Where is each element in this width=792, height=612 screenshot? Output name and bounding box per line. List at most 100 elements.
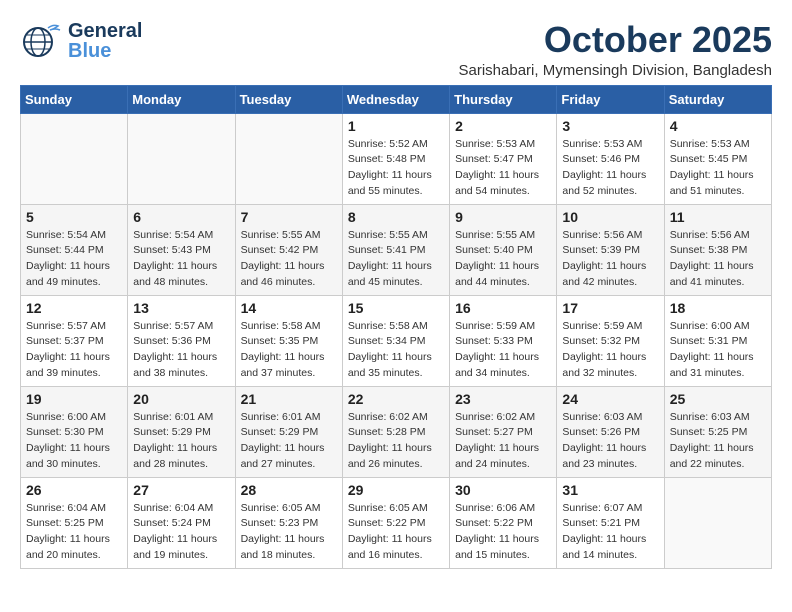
day-number: 13 [133, 300, 229, 316]
day-info: Sunrise: 6:04 AM Sunset: 5:25 PM Dayligh… [26, 501, 122, 564]
calendar-cell: 31Sunrise: 6:07 AM Sunset: 5:21 PM Dayli… [557, 477, 664, 568]
day-number: 6 [133, 209, 229, 225]
weekday-header-thursday: Thursday [450, 85, 557, 113]
day-info: Sunrise: 5:59 AM Sunset: 5:32 PM Dayligh… [562, 319, 658, 382]
day-number: 22 [348, 391, 444, 407]
calendar-cell: 11 Sunrise: 5:56 AM Sunset: 5:38 PM Dayli… [664, 204, 771, 295]
calendar-cell: 6 Sunrise: 5:54 AM Sunset: 5:43 PM Daylig… [128, 204, 235, 295]
day-number: 8 [348, 209, 444, 225]
day-number: 7 [241, 209, 337, 225]
day-number: 20 [133, 391, 229, 407]
day-info: Sunrise: 6:06 AM Sunset: 5:22 PM Dayligh… [455, 501, 551, 564]
day-number: 2 [455, 118, 551, 134]
day-number: 26 [26, 482, 122, 498]
day-info: Sunrise: 5:54 AM Sunset: 5:43 PM Dayligh… [133, 228, 229, 291]
day-info: Sunrise: 6:03 AM Sunset: 5:25 PM Dayligh… [670, 410, 766, 473]
calendar-cell [664, 477, 771, 568]
logo-blue: Blue [68, 40, 142, 62]
calendar-cell: 3 Sunrise: 5:53 AM Sunset: 5:46 PM Daylig… [557, 113, 664, 204]
day-info: Sunrise: 5:53 AM Sunset: 5:47 PM Dayligh… [455, 137, 551, 200]
day-info: Sunrise: 6:05 AM Sunset: 5:23 PM Dayligh… [241, 501, 337, 564]
weekday-header-saturday: Saturday [664, 85, 771, 113]
day-info: Sunrise: 5:59 AM Sunset: 5:33 PM Dayligh… [455, 319, 551, 382]
day-number: 5 [26, 209, 122, 225]
calendar-cell [128, 113, 235, 204]
calendar-cell: 25 Sunrise: 6:03 AM Sunset: 5:25 PM Dayli… [664, 386, 771, 477]
calendar-cell: 21 Sunrise: 6:01 AM Sunset: 5:29 PM Dayli… [235, 386, 342, 477]
day-info: Sunrise: 5:57 AM Sunset: 5:36 PM Dayligh… [133, 319, 229, 382]
calendar-cell: 24Sunrise: 6:03 AM Sunset: 5:26 PM Dayli… [557, 386, 664, 477]
day-info: Sunrise: 5:54 AM Sunset: 5:44 PM Dayligh… [26, 228, 122, 291]
day-info: Sunrise: 6:00 AM Sunset: 5:31 PM Dayligh… [670, 319, 766, 382]
calendar-table: SundayMondayTuesdayWednesdayThursdayFrid… [20, 85, 772, 569]
calendar-cell: 16 Sunrise: 5:59 AM Sunset: 5:33 PM Dayli… [450, 295, 557, 386]
day-number: 4 [670, 118, 766, 134]
day-info: Sunrise: 6:03 AM Sunset: 5:26 PM Dayligh… [562, 410, 658, 473]
day-number: 12 [26, 300, 122, 316]
calendar-cell: 29 Sunrise: 6:05 AM Sunset: 5:22 PM Dayli… [342, 477, 449, 568]
calendar-cell: 1 Sunrise: 5:52 AM Sunset: 5:48 PM Daylig… [342, 113, 449, 204]
calendar-cell: 27 Sunrise: 6:04 AM Sunset: 5:24 PM Dayli… [128, 477, 235, 568]
day-number: 15 [348, 300, 444, 316]
weekday-header-friday: Friday [557, 85, 664, 113]
calendar-week-row: 5 Sunrise: 5:54 AM Sunset: 5:44 PM Daylig… [21, 204, 772, 295]
day-number: 30 [455, 482, 551, 498]
day-info: Sunrise: 5:53 AM Sunset: 5:46 PM Dayligh… [562, 137, 658, 200]
weekday-header-monday: Monday [128, 85, 235, 113]
day-info: Sunrise: 6:02 AM Sunset: 5:27 PM Dayligh… [455, 410, 551, 473]
calendar-cell: 28 Sunrise: 6:05 AM Sunset: 5:23 PM Dayli… [235, 477, 342, 568]
day-info: Sunrise: 5:52 AM Sunset: 5:48 PM Dayligh… [348, 137, 444, 200]
day-number: 1 [348, 118, 444, 134]
calendar-week-row: 12 Sunrise: 5:57 AM Sunset: 5:37 PM Dayli… [21, 295, 772, 386]
day-info: Sunrise: 5:55 AM Sunset: 5:40 PM Dayligh… [455, 228, 551, 291]
calendar-cell: 14 Sunrise: 5:58 AM Sunset: 5:35 PM Dayli… [235, 295, 342, 386]
calendar-cell: 22 Sunrise: 6:02 AM Sunset: 5:28 PM Dayli… [342, 386, 449, 477]
day-info: Sunrise: 6:01 AM Sunset: 5:29 PM Dayligh… [241, 410, 337, 473]
calendar-cell: 7Sunrise: 5:55 AM Sunset: 5:42 PM Daylig… [235, 204, 342, 295]
day-info: Sunrise: 6:04 AM Sunset: 5:24 PM Dayligh… [133, 501, 229, 564]
logo-general: General [68, 20, 142, 42]
calendar-cell: 12 Sunrise: 5:57 AM Sunset: 5:37 PM Dayli… [21, 295, 128, 386]
day-info: Sunrise: 6:01 AM Sunset: 5:29 PM Dayligh… [133, 410, 229, 473]
day-number: 25 [670, 391, 766, 407]
day-number: 23 [455, 391, 551, 407]
day-number: 21 [241, 391, 337, 407]
calendar-cell: 23 Sunrise: 6:02 AM Sunset: 5:27 PM Dayli… [450, 386, 557, 477]
calendar-cell: 15 Sunrise: 5:58 AM Sunset: 5:34 PM Dayli… [342, 295, 449, 386]
day-number: 28 [241, 482, 337, 498]
day-info: Sunrise: 6:02 AM Sunset: 5:28 PM Dayligh… [348, 410, 444, 473]
calendar-cell: 2 Sunrise: 5:53 AM Sunset: 5:47 PM Daylig… [450, 113, 557, 204]
day-info: Sunrise: 6:00 AM Sunset: 5:30 PM Dayligh… [26, 410, 122, 473]
calendar-cell: 5 Sunrise: 5:54 AM Sunset: 5:44 PM Daylig… [21, 204, 128, 295]
day-number: 18 [670, 300, 766, 316]
day-info: Sunrise: 5:58 AM Sunset: 5:34 PM Dayligh… [348, 319, 444, 382]
day-number: 11 [670, 209, 766, 225]
day-number: 14 [241, 300, 337, 316]
day-number: 27 [133, 482, 229, 498]
calendar-cell: 19 Sunrise: 6:00 AM Sunset: 5:30 PM Dayli… [21, 386, 128, 477]
calendar-week-row: 26 Sunrise: 6:04 AM Sunset: 5:25 PM Dayli… [21, 477, 772, 568]
day-info: Sunrise: 6:05 AM Sunset: 5:22 PM Dayligh… [348, 501, 444, 564]
logo: General Blue [20, 20, 142, 62]
day-info: Sunrise: 5:55 AM Sunset: 5:41 PM Dayligh… [348, 228, 444, 291]
day-number: 31 [562, 482, 658, 498]
calendar-cell: 9Sunrise: 5:55 AM Sunset: 5:40 PM Daylig… [450, 204, 557, 295]
day-info: Sunrise: 5:58 AM Sunset: 5:35 PM Dayligh… [241, 319, 337, 382]
calendar-cell: 20 Sunrise: 6:01 AM Sunset: 5:29 PM Dayli… [128, 386, 235, 477]
day-number: 19 [26, 391, 122, 407]
location-title: Sarishabari, Mymensingh Division, Bangla… [459, 62, 773, 79]
weekday-header-tuesday: Tuesday [235, 85, 342, 113]
calendar-cell [21, 113, 128, 204]
day-number: 16 [455, 300, 551, 316]
day-number: 10 [562, 209, 658, 225]
day-info: Sunrise: 5:53 AM Sunset: 5:45 PM Dayligh… [670, 137, 766, 200]
month-title: October 2025 [459, 20, 773, 60]
day-number: 17 [562, 300, 658, 316]
day-info: Sunrise: 5:57 AM Sunset: 5:37 PM Dayligh… [26, 319, 122, 382]
day-info: Sunrise: 5:56 AM Sunset: 5:38 PM Dayligh… [670, 228, 766, 291]
day-number: 3 [562, 118, 658, 134]
calendar-cell: 4 Sunrise: 5:53 AM Sunset: 5:45 PM Daylig… [664, 113, 771, 204]
day-number: 29 [348, 482, 444, 498]
calendar-week-row: 1 Sunrise: 5:52 AM Sunset: 5:48 PM Daylig… [21, 113, 772, 204]
calendar-cell: 13 Sunrise: 5:57 AM Sunset: 5:36 PM Dayli… [128, 295, 235, 386]
